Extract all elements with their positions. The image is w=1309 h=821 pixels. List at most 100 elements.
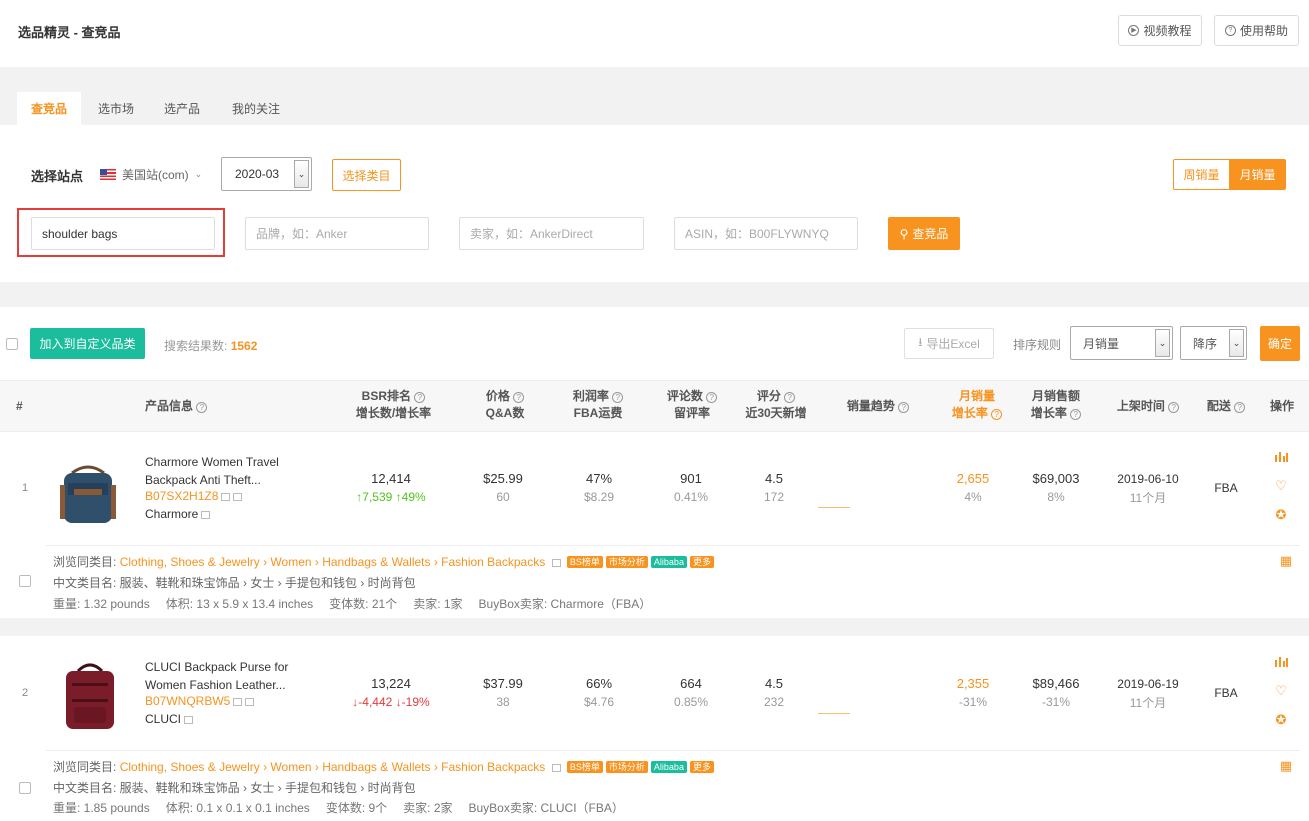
market-analysis-tag[interactable]: 市场分析: [605, 761, 648, 773]
tab-product[interactable]: 选产品: [150, 92, 214, 125]
alibaba-tag[interactable]: Alibaba: [650, 761, 687, 773]
category-path[interactable]: Clothing, Shoes & Jewelry › Women › Hand…: [120, 555, 546, 569]
col-bsr[interactable]: BSR排名 ? 增长数/增长率: [346, 388, 441, 422]
more-tag[interactable]: 更多: [689, 761, 714, 773]
confirm-sort-button[interactable]: 确定: [1260, 326, 1300, 361]
tab-competitor[interactable]: 查竞品: [17, 92, 81, 125]
market-analysis-tag[interactable]: 市场分析: [605, 556, 648, 568]
col-reviews[interactable]: 评论数 ? 留评率: [660, 388, 724, 422]
monthly-sales-toggle[interactable]: 月销量: [1229, 159, 1286, 190]
rating-value: 4.5: [764, 676, 784, 691]
col-product[interactable]: 产品信息 ?: [145, 398, 208, 415]
bs-list-tag[interactable]: BS榜单: [566, 761, 603, 773]
col-listed[interactable]: 上架时间 ?: [1112, 398, 1184, 415]
brand-input[interactable]: [245, 217, 429, 250]
profit-cell: 47% $8.29: [566, 469, 632, 507]
col-price[interactable]: 价格 ? Q&A数: [476, 388, 534, 422]
sellers[interactable]: 卖家: 1家: [413, 597, 462, 611]
select-arrow-icon: ⌄: [1155, 329, 1170, 357]
select-category-button[interactable]: 选择类目: [332, 159, 401, 191]
col-trend[interactable]: 销量趋势 ?: [838, 398, 918, 415]
tab-market[interactable]: 选市场: [84, 92, 148, 125]
question-icon: ?: [706, 392, 718, 403]
result-count-label: 搜索结果数:: [164, 339, 228, 353]
sales-trend-chart[interactable]: [818, 507, 850, 508]
seller-input[interactable]: [459, 217, 644, 250]
external-link-icon[interactable]: [233, 697, 243, 706]
product-title[interactable]: CLUCI Backpack Purse for Women Fashion L…: [145, 658, 288, 694]
sellers[interactable]: 卖家: 2家: [403, 801, 452, 815]
buybox-seller[interactable]: BuyBox卖家: Charmore（FBA）: [479, 597, 652, 611]
sort-order-select[interactable]: 降序 ⌄: [1180, 326, 1247, 360]
bar-chart-icon[interactable]: [1273, 450, 1289, 465]
cn-category: 中文类目名: 服装、鞋靴和珠宝饰品 › 女士 › 手提包和钱包 › 时尚背包: [53, 781, 416, 795]
monthly-revenue-value: $69,003: [1032, 471, 1080, 486]
asin-input[interactable]: [674, 217, 858, 250]
external-link-icon[interactable]: [221, 492, 231, 501]
tab-following[interactable]: 我的关注: [220, 92, 292, 125]
select-all-checkbox[interactable]: [6, 338, 18, 350]
category-path[interactable]: Clothing, Shoes & Jewelry › Women › Hand…: [120, 760, 546, 774]
heart-icon[interactable]: ♡: [1273, 683, 1289, 699]
alibaba-tag[interactable]: Alibaba: [650, 556, 687, 568]
row-checkbox[interactable]: [19, 575, 31, 587]
row-checkbox[interactable]: [19, 782, 31, 794]
question-icon: ?: [1224, 25, 1236, 36]
reviews-cell: 664 0.85%: [658, 674, 724, 712]
support-icon[interactable]: ✪: [1273, 507, 1289, 523]
rating-cell: 4.5 172: [741, 469, 807, 507]
sort-field-select[interactable]: 月销量 ⌄: [1070, 326, 1173, 360]
col-fulfillment[interactable]: 配送 ?: [1203, 398, 1249, 415]
external-link-icon[interactable]: [551, 558, 561, 567]
help-button[interactable]: ? 使用帮助: [1214, 15, 1299, 46]
sales-trend-chart[interactable]: [818, 713, 850, 714]
product-image[interactable]: [50, 455, 126, 527]
profit-value: 47%: [585, 471, 613, 486]
buybox-seller[interactable]: BuyBox卖家: CLUCI（FBA）: [469, 801, 624, 815]
more-tag[interactable]: 更多: [689, 556, 714, 568]
sort-label: 排序规则: [1013, 338, 1062, 352]
message-icon[interactable]: [233, 492, 243, 501]
calculator-icon[interactable]: ▦: [1278, 553, 1294, 569]
weekly-sales-toggle[interactable]: 周销量: [1173, 159, 1230, 190]
category-line: 浏览同类目: Clothing, Shoes & Jewelry › Women…: [53, 758, 714, 775]
col-monthly-revenue[interactable]: 月销售额 增长率 ?: [1024, 388, 1088, 422]
add-custom-category-button[interactable]: 加入到自定义品类: [30, 328, 145, 359]
col-mrev-label: 月销售额: [1031, 389, 1080, 403]
bar-chart-icon[interactable]: [1273, 655, 1289, 670]
col-monthly-sales[interactable]: 月销量 增长率 ?: [945, 388, 1009, 422]
brand-name[interactable]: Charmore: [145, 507, 198, 521]
external-link-icon[interactable]: [184, 715, 194, 724]
heart-icon[interactable]: ♡: [1273, 478, 1289, 494]
bs-list-tag[interactable]: BS榜单: [566, 556, 603, 568]
col-ops: 操作: [1269, 399, 1294, 413]
calculator-icon[interactable]: ▦: [1278, 758, 1294, 774]
asin-link[interactable]: B07SX2H1Z8: [145, 489, 218, 503]
category-label: 浏览同类目:: [53, 555, 117, 569]
asin-link[interactable]: B07WNQRBW5: [145, 694, 230, 708]
message-icon[interactable]: [245, 697, 255, 706]
brand-name[interactable]: CLUCI: [145, 712, 181, 726]
search-button[interactable]: ⚲ 查竞品: [888, 217, 960, 250]
product-title[interactable]: Charmore Women Travel Backpack Anti Thef…: [145, 453, 279, 489]
question-icon: ?: [784, 392, 796, 403]
col-rating[interactable]: 评分 ? 近30天新增: [742, 388, 810, 422]
category-line: 浏览同类目: Clothing, Shoes & Jewelry › Women…: [53, 553, 714, 570]
fulfillment-value: FBA: [1214, 686, 1238, 700]
site-select[interactable]: 美国站(com) ⌄: [100, 166, 202, 183]
external-link-icon[interactable]: [551, 763, 561, 772]
question-icon: ?: [1168, 402, 1180, 413]
support-icon[interactable]: ✪: [1273, 712, 1289, 728]
search-icon: ⚲: [899, 226, 909, 241]
video-tutorial-button[interactable]: ▶ 视频教程: [1118, 15, 1202, 46]
page-title: 选品精灵 - 查竞品: [18, 25, 121, 40]
sort-order-value: 降序: [1193, 336, 1218, 351]
export-excel-button[interactable]: ⭳ 导出Excel: [904, 328, 994, 359]
product-image[interactable]: [52, 657, 128, 733]
review-count: 901: [680, 471, 702, 486]
col-price-label: 价格: [485, 389, 510, 403]
external-link-icon[interactable]: [201, 510, 211, 519]
month-select[interactable]: 2020-03 ⌄: [221, 157, 312, 191]
question-icon: ?: [196, 402, 208, 413]
col-profit[interactable]: 利润率 ? FBA运费: [566, 388, 630, 422]
